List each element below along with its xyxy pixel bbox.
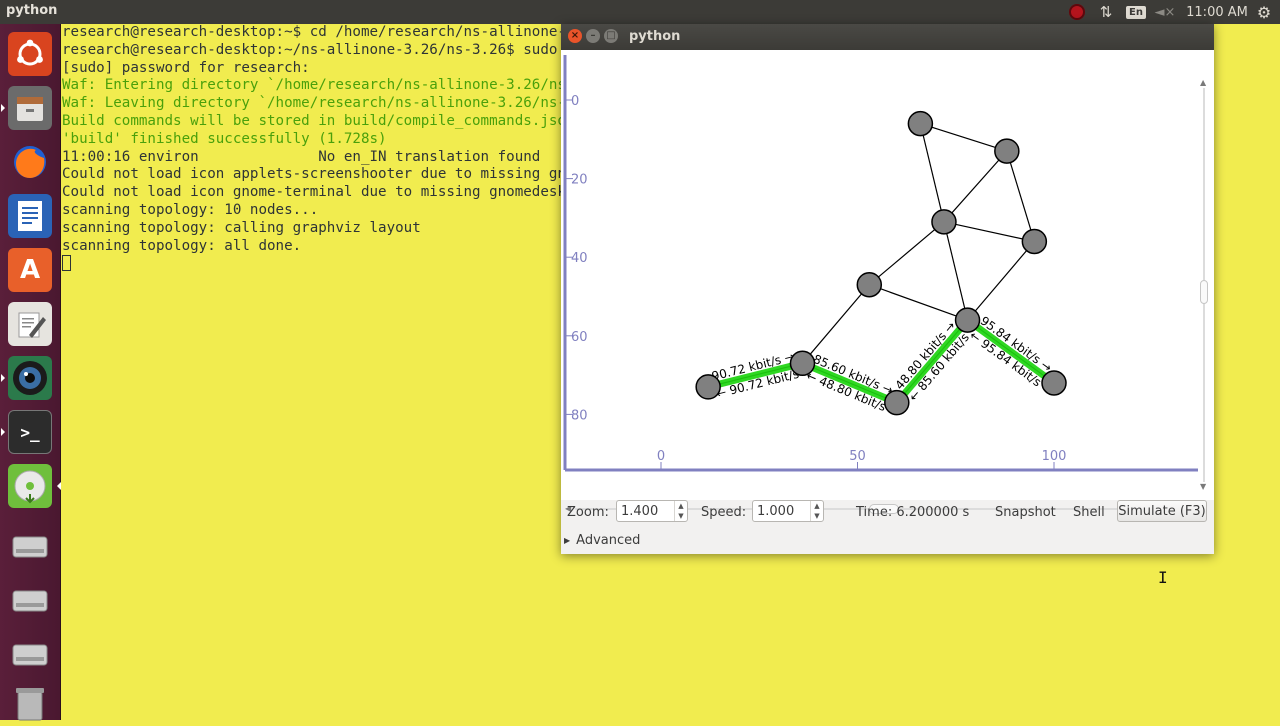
gear-icon[interactable]: ⚙ — [1254, 2, 1274, 22]
terminal-line: [sudo] password for research: — [62, 59, 310, 76]
terminal-line: Could not load icon gnome-terminal due t… — [62, 184, 561, 201]
zoom-stepper-icon[interactable]: ▲ ▼ — [674, 501, 687, 521]
zoom-input[interactable] — [621, 503, 673, 519]
topology-node[interactable] — [1021, 228, 1048, 255]
zoom-spinbox[interactable]: ▲▼ — [616, 500, 688, 522]
topology-node[interactable] — [856, 271, 883, 298]
topology-node[interactable] — [954, 307, 981, 333]
network-icon[interactable]: ⇅ — [1096, 2, 1116, 22]
x-tick-label: 0 — [657, 449, 665, 464]
terminal-line: scanning topology: 10 nodes... — [62, 201, 319, 218]
ubuntu-dash-icon[interactable] — [6, 30, 54, 78]
terminal-cursor — [62, 255, 71, 272]
y-tick-label: 0 — [571, 94, 579, 109]
terminal-line: 11:00:16 environ No en_IN translation fo… — [62, 148, 541, 165]
topology-node[interactable] — [884, 389, 910, 416]
traffic-flow-line — [893, 316, 972, 407]
speed-input[interactable] — [757, 503, 809, 519]
terminal-icon[interactable]: >_ — [1, 408, 54, 456]
active-app-title: python — [6, 3, 58, 18]
vertical-scrollbar[interactable]: ▲ ▼ — [1200, 78, 1208, 492]
terminal-line: scanning topology: calling graphviz layo… — [62, 219, 421, 236]
topology-link — [1006, 150, 1035, 242]
launcher: A >_ — [0, 24, 61, 721]
advanced-label: Advanced — [576, 533, 641, 548]
topology-node[interactable] — [994, 138, 1020, 164]
topology-node[interactable] — [907, 110, 934, 137]
simulate-button[interactable]: Simulate (F3) — [1117, 500, 1207, 522]
terminal-prompt-line[interactable] — [62, 255, 561, 273]
terminal-line: Waf: Leaving directory `/home/research/n… — [62, 95, 561, 112]
volume-muted-icon[interactable]: ◄× — [1154, 2, 1176, 22]
screenshot-icon[interactable] — [1, 354, 54, 402]
topology-node[interactable] — [1041, 370, 1067, 396]
shell-button[interactable]: Shell — [1073, 503, 1105, 523]
terminal-window[interactable]: research@research-desktop:~$ cd /home/re… — [61, 24, 561, 720]
speed-spinbox[interactable]: ▲▼ — [752, 500, 824, 522]
text-cursor-icon: I — [1158, 568, 1168, 587]
window-title: python — [629, 29, 681, 44]
drive-icon[interactable] — [6, 576, 54, 624]
topology-link — [943, 221, 969, 321]
software-center-icon[interactable]: A — [6, 246, 54, 294]
topology-link — [869, 284, 968, 321]
topology-link — [943, 150, 1008, 223]
trash-icon[interactable] — [6, 678, 54, 726]
maximize-icon[interactable]: □ — [604, 29, 618, 43]
topology-node[interactable] — [789, 350, 816, 377]
firefox-icon[interactable] — [6, 138, 54, 186]
terminal-line: research@research-desktop:~/ns-allinone-… — [62, 41, 558, 58]
terminal-line: 'build' finished successfully (1.728s) — [62, 130, 387, 147]
close-icon[interactable]: × — [568, 29, 582, 43]
topology-canvas[interactable]: 0 20 40 60 80 0 50 100 90.72 kbit/s → ← 90.72 kbi… — [561, 50, 1214, 514]
y-tick-label: 40 — [571, 251, 588, 266]
python-window: × – □ python 0 20 40 60 80 0 50 100 90.72 kbit/s… — [561, 24, 1214, 554]
window-titlebar[interactable]: × – □ python — [561, 24, 1214, 50]
topology-link — [919, 123, 945, 222]
speed-stepper-icon[interactable]: ▲ ▼ — [810, 501, 823, 521]
advanced-expander[interactable]: ▶ Advanced — [564, 532, 640, 550]
y-tick-label: 60 — [571, 330, 588, 345]
keyboard-layout-label: En — [1126, 5, 1146, 19]
x-tick-label: 100 — [1042, 449, 1067, 464]
y-tick-label: 20 — [571, 173, 588, 188]
drive-icon[interactable] — [6, 630, 54, 678]
terminal-line: Build commands will be stored in build/c… — [62, 112, 561, 129]
libreoffice-writer-icon[interactable] — [6, 192, 54, 240]
terminal-line: research@research-desktop:~$ cd /home/re… — [62, 24, 561, 40]
terminal-line: scanning topology: all done. — [62, 237, 302, 254]
topology-svg[interactable]: 0204060800 50 10090.72 kbit/s →← 90.72 kbi… — [561, 50, 1214, 500]
controls-bar: Zoom: ▲▼ Speed: ▲▼ Time: 6.200000 s Snap… — [561, 500, 1214, 554]
traffic-flow-line — [964, 316, 1058, 387]
drive-icon[interactable] — [6, 522, 54, 570]
time-display: Time: 6.200000 s — [856, 505, 970, 520]
expander-triangle-icon: ▶ — [564, 536, 571, 545]
terminal-line: Could not load icon applets-screenshoote… — [62, 166, 561, 183]
files-icon[interactable] — [1, 84, 54, 132]
x-tick-label: 50 — [849, 449, 866, 464]
y-tick-label: 80 — [571, 408, 588, 423]
clock[interactable]: 11:00 AM — [1184, 2, 1250, 22]
zoom-label: Zoom: — [567, 505, 609, 520]
terminal-line: Waf: Entering directory `/home/research/… — [62, 77, 561, 94]
topology-link — [868, 221, 945, 286]
speed-label: Speed: — [701, 505, 747, 520]
text-editor-icon[interactable] — [6, 300, 54, 348]
top-panel: python ⇅ En ◄× 11:00 AM ⚙ — [0, 0, 1280, 24]
topology-link — [802, 284, 870, 364]
record-indicator-icon[interactable] — [1066, 2, 1088, 22]
topology-node[interactable] — [695, 374, 721, 400]
snapshot-button[interactable]: Snapshot — [995, 503, 1056, 523]
vertical-scroll-thumb[interactable] — [1200, 280, 1208, 304]
topology-link — [943, 221, 1035, 243]
topology-link — [967, 241, 1035, 321]
minimize-icon[interactable]: – — [586, 29, 600, 43]
keyboard-layout-indicator[interactable]: En — [1126, 2, 1146, 22]
disc-icon[interactable] — [6, 462, 61, 510]
topology-node[interactable] — [931, 209, 957, 235]
topology-link — [920, 123, 1008, 152]
